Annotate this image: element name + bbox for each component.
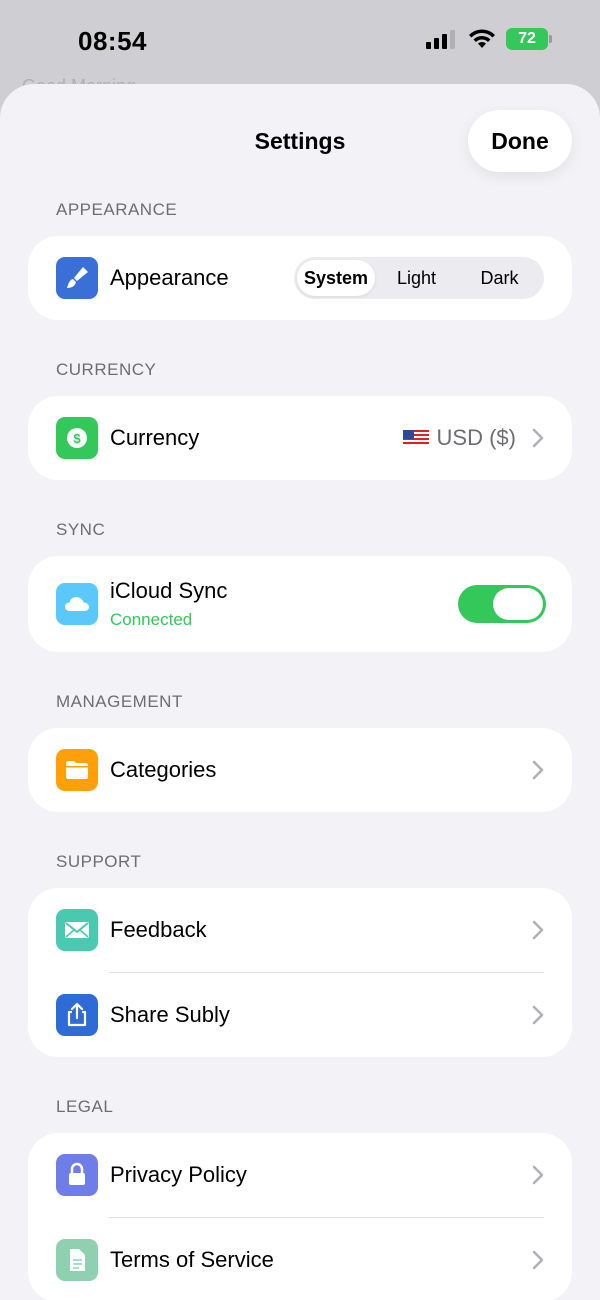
icloud-sync-toggle[interactable] bbox=[458, 585, 546, 623]
segment-system[interactable]: System bbox=[297, 260, 375, 296]
categories-row[interactable]: Categories bbox=[28, 728, 572, 812]
chevron-right-icon bbox=[532, 1165, 544, 1185]
chevron-right-icon bbox=[532, 760, 544, 780]
section-header-currency: CURRENCY bbox=[56, 360, 157, 379]
chevron-right-icon bbox=[532, 920, 544, 940]
currency-value: USD ($) bbox=[402, 425, 516, 451]
currency-card: $ Currency USD ($) bbox=[28, 396, 572, 480]
battery-level: 72 bbox=[518, 30, 536, 47]
appearance-row: Appearance System Light Dark bbox=[28, 236, 572, 320]
share-icon bbox=[56, 994, 98, 1036]
status-icons: 72 bbox=[426, 28, 552, 50]
section-header-support: SUPPORT bbox=[56, 852, 142, 871]
paintbrush-icon bbox=[56, 257, 98, 299]
nav-bar: Settings Done bbox=[0, 84, 600, 200]
terms-label: Terms of Service bbox=[110, 1247, 274, 1272]
us-flag-icon bbox=[402, 430, 429, 446]
appearance-segmented-control: System Light Dark bbox=[294, 257, 544, 299]
chevron-right-icon bbox=[532, 1005, 544, 1025]
document-icon bbox=[56, 1239, 98, 1281]
wifi-icon bbox=[469, 29, 495, 48]
sync-status: Connected bbox=[110, 610, 193, 629]
legal-card: Privacy Policy Terms of Service bbox=[28, 1133, 572, 1300]
status-bar: 08:54 72 Good Morning bbox=[0, 0, 600, 96]
section-header-sync: SYNC bbox=[56, 520, 106, 539]
icloud-sync-row: iCloud Sync Connected bbox=[28, 556, 572, 652]
envelope-icon bbox=[56, 909, 98, 951]
cellular-signal-icon bbox=[426, 30, 455, 49]
currency-value-text: USD ($) bbox=[436, 425, 516, 450]
lock-icon bbox=[56, 1154, 98, 1196]
section-header-management: MANAGEMENT bbox=[56, 692, 183, 711]
privacy-row[interactable]: Privacy Policy bbox=[28, 1133, 572, 1217]
settings-sheet: Settings Done APPEARANCE Appearance Syst… bbox=[0, 84, 600, 1300]
dollar-icon: $ bbox=[56, 417, 98, 459]
support-card: Feedback Share Subly bbox=[28, 888, 572, 1057]
appearance-card: Appearance System Light Dark bbox=[28, 236, 572, 320]
management-card: Categories bbox=[28, 728, 572, 812]
chevron-right-icon bbox=[532, 1250, 544, 1270]
segment-light[interactable]: Light bbox=[375, 260, 458, 296]
feedback-label: Feedback bbox=[110, 917, 207, 942]
icloud-sync-text: iCloud Sync Connected bbox=[110, 578, 227, 630]
categories-label: Categories bbox=[110, 757, 217, 782]
svg-text:$: $ bbox=[73, 431, 81, 446]
battery-indicator: 72 bbox=[506, 28, 552, 50]
share-label: Share Subly bbox=[110, 1002, 230, 1027]
feedback-row[interactable]: Feedback bbox=[28, 888, 572, 972]
chevron-right-icon bbox=[532, 428, 544, 448]
cloud-icon bbox=[56, 583, 98, 625]
appearance-label: Appearance bbox=[110, 265, 229, 290]
share-row[interactable]: Share Subly bbox=[28, 973, 572, 1057]
terms-row[interactable]: Terms of Service bbox=[28, 1218, 572, 1300]
sync-card: iCloud Sync Connected bbox=[28, 556, 572, 652]
section-header-legal: LEGAL bbox=[56, 1097, 114, 1116]
privacy-label: Privacy Policy bbox=[110, 1162, 247, 1187]
folder-icon bbox=[56, 749, 98, 791]
status-time: 08:54 bbox=[78, 26, 147, 56]
section-header-appearance: APPEARANCE bbox=[56, 200, 178, 219]
segment-dark[interactable]: Dark bbox=[458, 260, 541, 296]
currency-label: Currency bbox=[110, 425, 200, 450]
currency-row[interactable]: $ Currency USD ($) bbox=[28, 396, 572, 480]
done-button[interactable]: Done bbox=[468, 110, 572, 172]
icloud-sync-label: iCloud Sync bbox=[110, 578, 228, 603]
